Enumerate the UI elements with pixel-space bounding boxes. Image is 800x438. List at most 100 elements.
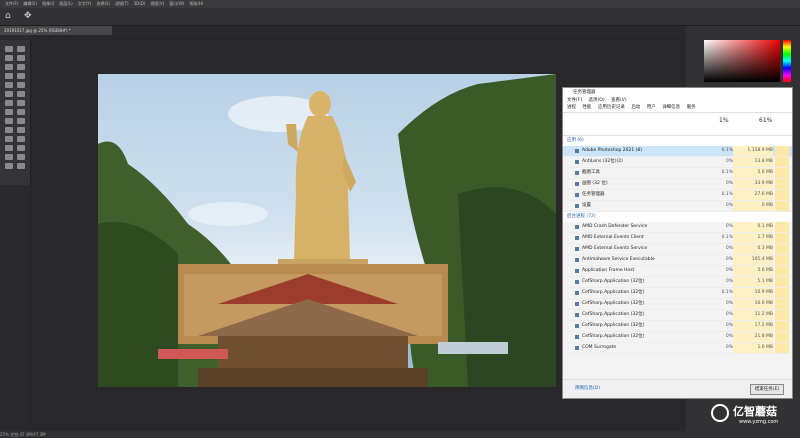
home-icon[interactable]: ⌂ <box>5 11 11 21</box>
tool-icon[interactable] <box>5 100 13 106</box>
process-row[interactable]: Application Frame Host 0% 5.6 MB <box>563 266 792 277</box>
menu-item[interactable]: 图层(L) <box>59 1 72 6</box>
column-header[interactable]: 1% 61% <box>563 113 792 136</box>
tool-icon[interactable] <box>17 109 25 115</box>
process-row[interactable]: CefSharp.Application (32位) 0% 10.6 MB <box>563 299 792 310</box>
process-row[interactable]: AntiLens (32位)(2) 0% 13.8 MB <box>563 157 792 168</box>
color-picker-field[interactable] <box>704 40 780 82</box>
menu-item[interactable]: 选择(S) <box>96 1 110 6</box>
tool-icon[interactable] <box>17 136 25 142</box>
tool-icon[interactable] <box>17 118 25 124</box>
process-row[interactable]: CefSharp.Application (32位) 0% 11.2 MB <box>563 310 792 321</box>
tab-services[interactable]: 服务 <box>687 105 696 110</box>
tab-performance[interactable]: 性能 <box>582 105 591 110</box>
process-icon <box>575 149 579 153</box>
process-row[interactable]: AMD Crash Defender Service 0% 0.1 MB <box>563 222 792 233</box>
tool-icon[interactable] <box>5 163 13 169</box>
process-row[interactable]: 画图 (32 位) 0% 33.9 MB <box>563 179 792 190</box>
process-icon <box>575 302 579 306</box>
tool-icon[interactable] <box>5 91 13 97</box>
background-list: AMD Crash Defender Service 0% 0.1 MB AMD Ex… <box>563 222 792 354</box>
process-row[interactable]: COM Surrogate 0% 1.6 MB <box>563 343 792 354</box>
process-memory: 17.2 MB <box>733 321 773 331</box>
hue-slider[interactable] <box>783 40 791 82</box>
process-icon <box>575 160 579 164</box>
tab-processes[interactable]: 进程 <box>567 105 576 110</box>
cpu-header[interactable]: 1% <box>719 117 729 124</box>
process-cpu: 0.1% <box>721 290 733 295</box>
process-row[interactable]: Antimalware Service Executable 0% 105.4 MB <box>563 255 792 266</box>
tool-icon[interactable] <box>17 64 25 70</box>
process-icon <box>575 335 579 339</box>
process-row[interactable]: CefSharp.Application (32位) 0.1% 10.9 MB <box>563 288 792 299</box>
apps-section: 应用 (6) <box>563 136 792 146</box>
process-memory: 13.8 MB <box>733 157 773 167</box>
process-row[interactable]: CefSharp.Application (32位) 0% 5.1 MB <box>563 277 792 288</box>
tool-icon[interactable] <box>5 109 13 115</box>
process-row[interactable]: 任务管理器 0.1% 27.6 MB <box>563 190 792 201</box>
task-manager-window: 任务管理器 文件(F) 选项(O) 查看(V) 进程 性能 应用历史记录 启动 … <box>562 87 793 399</box>
tab-app-history[interactable]: 应用历史记录 <box>598 105 625 110</box>
process-row[interactable]: AMD External Events Service 0% 0.3 MB <box>563 244 792 255</box>
document-tab[interactable]: 20191017.jpg @ 25% (RGB/8#) * <box>0 26 112 35</box>
menu-item[interactable]: 文件(F) <box>5 1 18 6</box>
tab-startup[interactable]: 启动 <box>631 105 640 110</box>
process-row[interactable]: CefSharp.Application (32位) 0% 21.8 MB <box>563 332 792 343</box>
tool-icon[interactable] <box>5 64 13 70</box>
tab-details[interactable]: 详细信息 <box>662 105 680 110</box>
end-task-button[interactable]: 结束任务(E) <box>750 384 784 395</box>
process-name: 画图 (32 位) <box>582 181 608 186</box>
process-row[interactable]: AMD External Events Client 0.1% 1.7 MB <box>563 233 792 244</box>
process-icon <box>575 204 579 208</box>
menu-file[interactable]: 文件(F) <box>567 98 582 103</box>
tool-icon[interactable] <box>17 82 25 88</box>
menu-item[interactable]: 滤镜(T) <box>115 1 129 6</box>
menu-item[interactable]: 3D(D) <box>134 1 146 6</box>
process-memory: 0.1 MB <box>733 222 773 232</box>
process-row[interactable]: CefSharp.Application (32位) 0% 17.2 MB <box>563 321 792 332</box>
tool-icon[interactable] <box>5 73 13 79</box>
fewer-details-link[interactable]: 简略信息(D) <box>575 384 600 393</box>
options-bar: ⌂ ✥ <box>0 8 800 26</box>
tool-icon[interactable] <box>17 73 25 79</box>
process-row[interactable]: 截图工具 0.1% 5.6 MB <box>563 168 792 179</box>
tool-icon[interactable] <box>5 127 13 133</box>
tool-icon[interactable] <box>5 55 13 61</box>
tool-icon[interactable] <box>17 46 25 52</box>
tool-icon[interactable] <box>17 145 25 151</box>
tool-icon[interactable] <box>17 55 25 61</box>
tool-icon[interactable] <box>5 82 13 88</box>
menu-item[interactable]: 窗口(W) <box>169 1 184 6</box>
menu-options[interactable]: 选项(O) <box>589 98 605 103</box>
process-name: CefSharp.Application (32位) <box>582 279 645 284</box>
tab-users[interactable]: 用户 <box>647 105 656 110</box>
tool-icon[interactable] <box>17 154 25 160</box>
tool-icon[interactable] <box>5 136 13 142</box>
memory-header[interactable]: 61% <box>759 117 772 124</box>
menu-view[interactable]: 查看(V) <box>611 98 627 103</box>
task-manager-footer: 简略信息(D) 结束任务(E) <box>563 379 792 398</box>
tool-icon[interactable] <box>17 91 25 97</box>
menu-item[interactable]: 帮助(H) <box>189 1 203 6</box>
tool-icon[interactable] <box>5 46 13 52</box>
menu-item[interactable]: 文字(Y) <box>78 1 92 6</box>
menu-item[interactable]: 编辑(E) <box>23 1 37 6</box>
process-row[interactable]: Adobe Photoshop 2021 (8) 0.1% 1,158.9 MB <box>563 146 792 157</box>
menu-item[interactable]: 视图(V) <box>150 1 164 6</box>
process-disk <box>775 168 789 178</box>
process-icon <box>575 193 579 197</box>
tool-icon[interactable] <box>5 145 13 151</box>
tool-icon[interactable] <box>5 154 13 160</box>
menu-item[interactable]: 图像(I) <box>42 1 54 6</box>
move-tool-icon[interactable]: ✥ <box>24 11 32 21</box>
process-cpu: 0% <box>725 279 733 284</box>
task-manager-menu: 文件(F) 选项(O) 查看(V) <box>563 97 792 104</box>
process-disk <box>775 332 789 342</box>
process-name: 设置 <box>582 203 591 208</box>
process-row[interactable]: 设置 0% 0 MB <box>563 201 792 212</box>
tool-icon[interactable] <box>17 163 25 169</box>
tool-icon[interactable] <box>17 127 25 133</box>
tool-icon[interactable] <box>17 100 25 106</box>
process-name: AMD Crash Defender Service <box>582 224 648 229</box>
tool-icon[interactable] <box>5 118 13 124</box>
